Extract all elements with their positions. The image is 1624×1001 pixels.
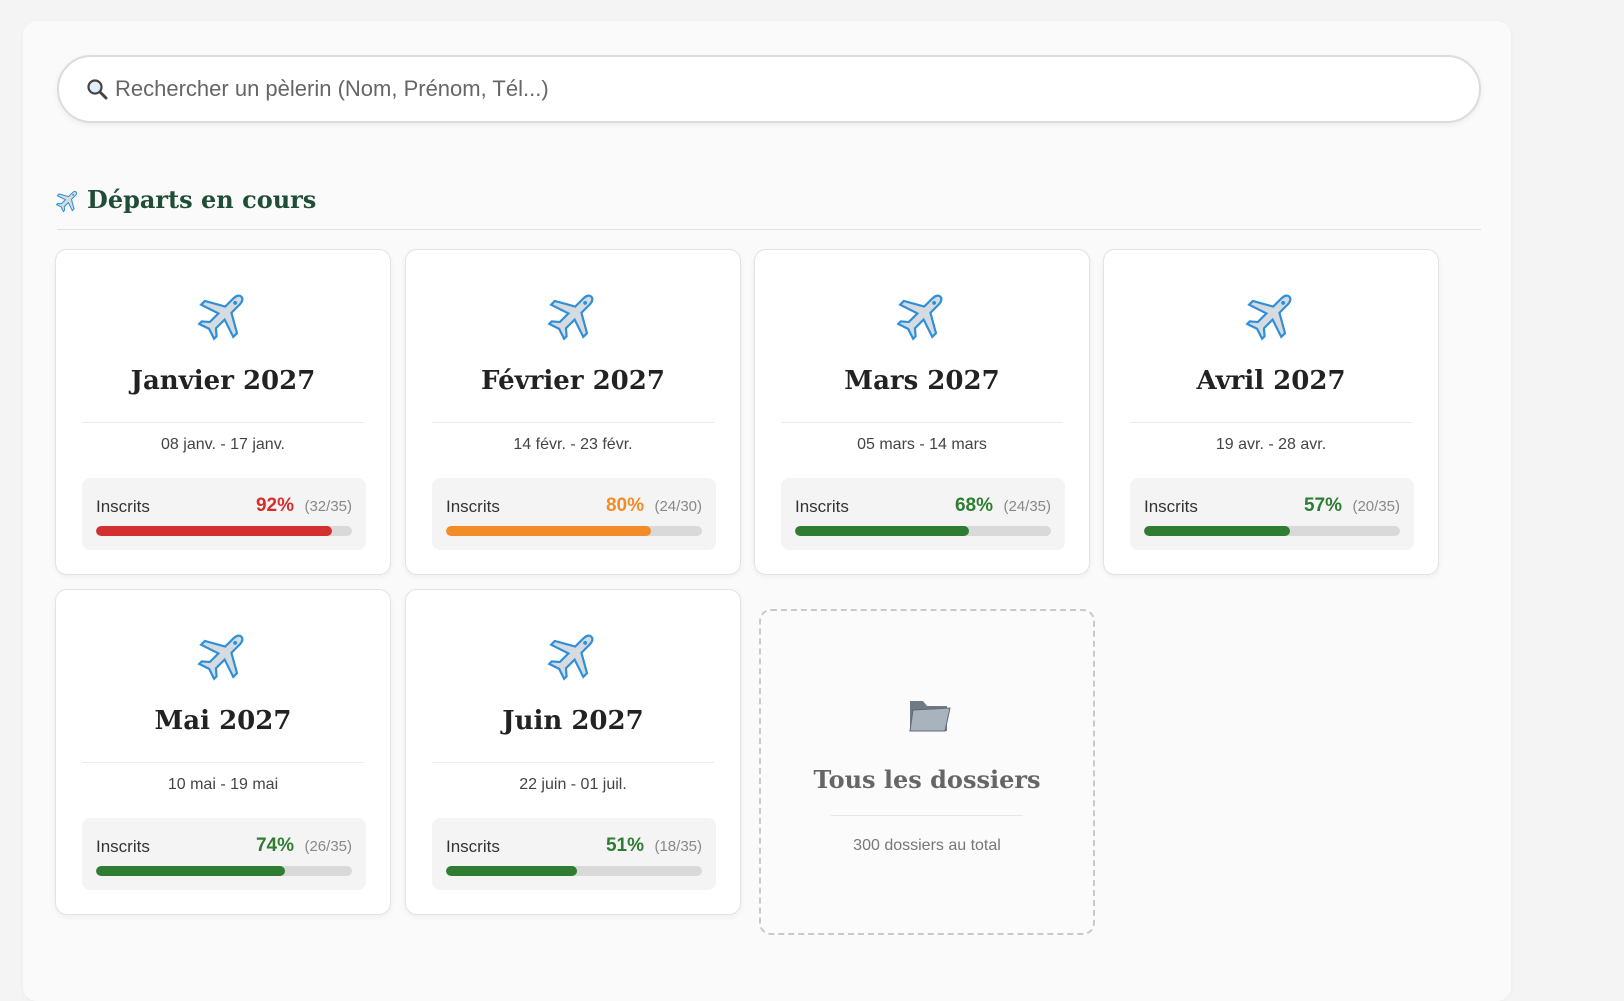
registration-percent: 68% [954,495,993,516]
card-separator [82,762,364,763]
all-folders-title: Tous les dossiers [813,765,1041,794]
card-separator [82,422,364,423]
section-title: Départs en cours [87,185,317,214]
departure-title: Avril 2027 [1196,366,1346,396]
departure-title: Janvier 2027 [130,366,316,396]
plane-icon [883,274,962,353]
departure-card[interactable]: Juin 2027 22 juin - 01 juil. Inscrits 51… [405,589,741,915]
progress-fill [1144,526,1290,536]
card-separator [432,422,714,423]
folder-icon [909,701,951,732]
departure-title: Février 2027 [481,366,665,396]
registration-label: Inscrits [1144,497,1198,516]
progress-track [446,866,702,876]
progress-fill [795,526,970,536]
registration-count: (26/35) [304,838,352,855]
progress-fill [446,866,577,876]
departure-card[interactable]: Janvier 2027 08 janv. - 17 janv. Inscrit… [55,249,391,575]
registration-percent: 92% [255,495,294,516]
registration-label: Inscrits [446,497,500,516]
progress-track [96,526,352,536]
departure-card[interactable]: Avril 2027 19 avr. - 28 avr. Inscrits 57… [1103,249,1439,575]
progress-track [446,526,702,536]
progress-track [96,866,352,876]
progress-fill [96,526,332,536]
registration-stats: Inscrits 68% (24/35) [781,478,1065,550]
search-icon [87,79,108,100]
registration-count: (32/35) [304,498,352,515]
registration-stats: Inscrits 80% (24/30) [432,478,716,550]
departure-dates: 05 mars - 14 mars [857,436,987,453]
departure-dates: 22 juin - 01 juil. [519,776,627,793]
registration-stats: Inscrits 51% (18/35) [432,818,716,890]
departure-dates: 19 avr. - 28 avr. [1215,436,1327,453]
departure-title: Mars 2027 [844,366,1000,396]
departure-dates: 14 févr. - 23 févr. [513,436,633,453]
registration-label: Inscrits [795,497,849,516]
plane-icon [50,181,87,218]
card-separator [831,815,1023,816]
registration-label: Inscrits [96,837,150,856]
main-panel: Départs en cours Janvier 2027 08 janv. -… [23,21,1511,1001]
search-bar[interactable] [57,55,1481,123]
progress-track [795,526,1051,536]
search-input[interactable] [115,76,1415,102]
departure-title: Mai 2027 [154,706,292,736]
plane-icon [534,614,613,693]
registration-stats: Inscrits 92% (32/35) [82,478,366,550]
registration-count: (20/35) [1352,498,1400,515]
plane-icon [184,614,263,693]
plane-icon [1232,274,1311,353]
progress-fill [96,866,286,876]
departure-card[interactable]: Mai 2027 10 mai - 19 mai Inscrits 74% (2… [55,589,391,915]
registration-stats: Inscrits 57% (20/35) [1130,478,1414,550]
departure-dates: 08 janv. - 17 janv. [161,436,285,453]
all-folders-count: 300 dossiers au total [853,837,1001,854]
progress-fill [446,526,651,536]
registration-percent: 51% [605,835,644,856]
departure-card[interactable]: Mars 2027 05 mars - 14 mars Inscrits 68%… [754,249,1090,575]
registration-percent: 74% [255,835,294,856]
registration-count: (18/35) [654,838,702,855]
card-separator [781,422,1063,423]
registration-stats: Inscrits 74% (26/35) [82,818,366,890]
section-heading: Départs en cours [55,185,316,214]
registration-label: Inscrits [446,837,500,856]
registration-count: (24/35) [1003,498,1051,515]
departure-dates: 10 mai - 19 mai [167,776,279,793]
card-separator [1130,422,1412,423]
all-folders-card[interactable]: Tous les dossiers 300 dossiers au total [759,609,1095,935]
plane-icon [534,274,613,353]
departure-card[interactable]: Février 2027 14 févr. - 23 févr. Inscrit… [405,249,741,575]
plane-icon [184,274,263,353]
registration-label: Inscrits [96,497,150,516]
section-divider [57,229,1481,230]
card-separator [432,762,714,763]
registration-percent: 80% [605,495,644,516]
registration-percent: 57% [1303,495,1342,516]
registration-count: (24/30) [654,498,702,515]
progress-track [1144,526,1400,536]
departure-title: Juin 2027 [502,706,644,736]
